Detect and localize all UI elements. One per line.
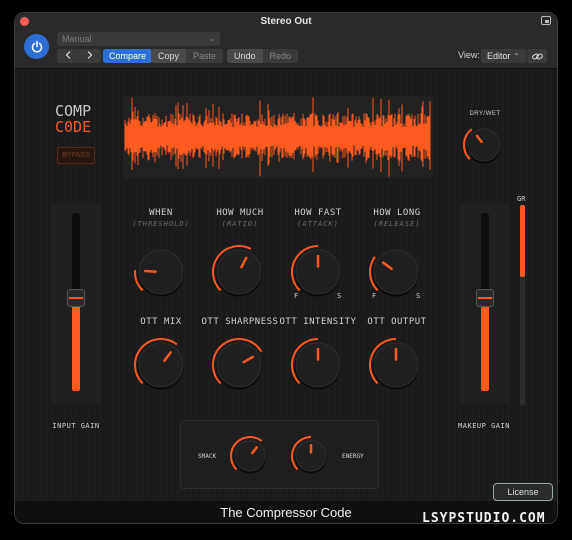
attack-fast-label: F (294, 292, 299, 300)
redo-button[interactable]: Redo (263, 49, 299, 63)
next-preset-button[interactable] (79, 49, 101, 63)
plugin-logo: COMP C0DE (55, 103, 107, 135)
preset-select[interactable]: Manual ⌄ (57, 32, 220, 46)
knob-body (467, 128, 501, 162)
window-title: Stereo Out (260, 16, 312, 27)
ratio-knob[interactable] (210, 243, 268, 301)
preset-navigation (57, 49, 101, 63)
energy-knob[interactable] (289, 434, 333, 478)
chevron-left-icon (65, 51, 71, 59)
link-button[interactable] (527, 49, 547, 63)
gain-reduction-meter (520, 205, 525, 405)
picture-in-picture-icon[interactable] (541, 16, 551, 25)
threshold-knob[interactable] (132, 243, 190, 301)
drywet-label: DRY/WET (469, 111, 501, 117)
energy-label: ENERGY (342, 453, 364, 460)
drywet-knob[interactable] (461, 122, 507, 168)
makeup-gain-panel (460, 203, 510, 403)
undo-button[interactable]: Undo (227, 49, 263, 63)
logo-line-2: C0DE (55, 118, 92, 136)
input-gain-panel (51, 203, 101, 403)
input-gain-handle[interactable] (67, 289, 85, 308)
knob-body (216, 249, 262, 295)
view-value: Editor (487, 51, 511, 61)
makeup-gain-handle[interactable] (476, 289, 494, 308)
plugin-body: COMP C0DE BYPASS DRY/WET INPUT GAIN MAKE… (15, 69, 557, 523)
waveform (124, 97, 431, 177)
knob-body (216, 342, 262, 388)
when-label: WHEN (149, 208, 173, 218)
knob-body (234, 440, 266, 472)
logo-line-1: COMP (55, 102, 92, 120)
ott-mix-knob[interactable] (132, 336, 190, 394)
preset-value: Manual (62, 34, 92, 44)
ott-output-knob[interactable] (367, 336, 425, 394)
plugin-window: Stereo Out Manual ⌄ Compare Copy Paste U… (14, 12, 558, 524)
chevron-right-icon (87, 51, 93, 59)
when-sublabel: (THRESHOLD) (132, 220, 190, 228)
gr-meter-fill (520, 205, 525, 277)
chevron-down-icon: ⌄ (208, 34, 215, 43)
power-icon (31, 40, 42, 52)
how-long-sublabel: (RELEASE) (373, 220, 421, 228)
ott-sharpness-label: OTT SHARPNESS (201, 317, 279, 327)
attack-slow-label: S (337, 292, 342, 300)
license-button[interactable]: License (493, 483, 553, 501)
release-slow-label: S (416, 292, 421, 300)
knob-pointer (143, 269, 157, 273)
knob-body (138, 342, 184, 388)
smack-knob[interactable] (228, 434, 272, 478)
chevron-updown-icon: ⌃ (513, 52, 520, 61)
smack-label: SMACK (198, 453, 217, 460)
input-gain-label: INPUT GAIN (52, 422, 100, 430)
how-fast-label: HOW FAST (294, 208, 342, 218)
how-much-label: HOW MUCH (216, 208, 264, 218)
copy-paste-group: Copy Paste (151, 49, 224, 63)
watermark: LSYPSTUDIO.COM (422, 511, 546, 526)
bypass-button[interactable]: BYPASS (57, 147, 95, 164)
power-button[interactable] (24, 34, 49, 59)
view-select[interactable]: Editor ⌃ (481, 49, 526, 63)
compare-button[interactable]: Compare (103, 49, 153, 63)
waveform-display (123, 96, 433, 178)
gr-label: GR (517, 195, 526, 203)
ott-sharpness-knob[interactable] (210, 336, 268, 394)
undo-redo-group: Undo Redo (227, 49, 299, 63)
makeup-gain-label: MAKEUP GAIN (458, 422, 510, 430)
link-icon (531, 53, 543, 59)
knob-body (373, 249, 419, 295)
ott-intensity-knob[interactable] (289, 336, 347, 394)
how-long-label: HOW LONG (373, 208, 421, 218)
ott-intensity-label: OTT INTENSITY (279, 317, 357, 327)
host-titlebar: Stereo Out Manual ⌄ Compare Copy Paste U… (15, 13, 557, 69)
how-much-sublabel: (RATIO) (221, 220, 259, 228)
paste-button[interactable]: Paste (186, 49, 223, 63)
view-label: View: (458, 50, 480, 60)
how-fast-sublabel: (ATTACK) (297, 220, 339, 228)
previous-preset-button[interactable] (57, 49, 79, 63)
smack-energy-panel: SMACK ENERGY (180, 420, 379, 489)
makeup-gain-fill (481, 298, 489, 391)
copy-button[interactable]: Copy (151, 49, 187, 63)
release-fast-label: F (372, 292, 377, 300)
input-gain-fill (72, 298, 80, 391)
ott-mix-label: OTT MIX (140, 317, 182, 327)
ott-output-label: OTT OUTPUT (367, 317, 427, 327)
